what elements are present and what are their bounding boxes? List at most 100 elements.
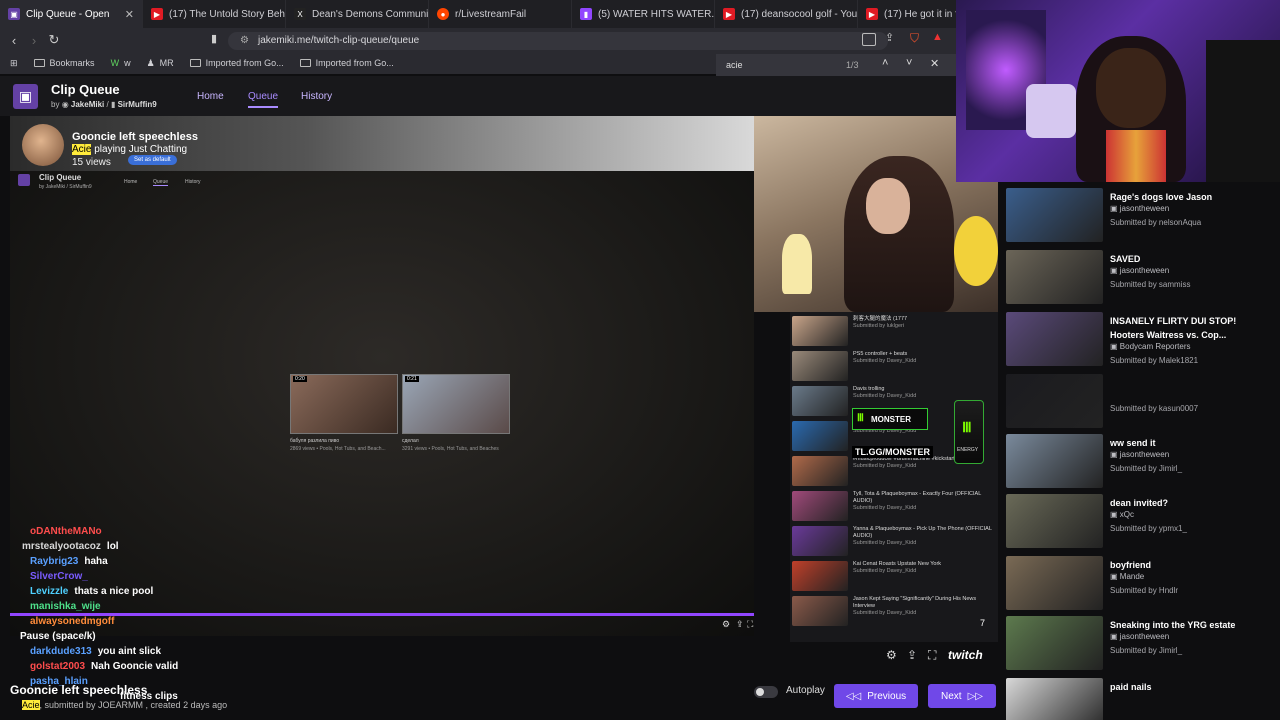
channel-name[interactable]: Acie — [72, 144, 92, 155]
bookmark-item[interactable]: Ww — [111, 58, 131, 68]
tab-x[interactable]: X Dean's Demons Community / X — [286, 0, 429, 28]
chat-line: manishka_wije — [30, 601, 107, 615]
tab-twitch[interactable]: ▮ (5) WATER HITS WATER...TWICE — [572, 0, 715, 28]
url-field[interactable]: ⚙ jakemiki.me/twitch-clip-queue/queue — [228, 32, 888, 50]
chat-message: lol — [106, 541, 119, 552]
queue-item[interactable]: Rage's dogs love Jason ▣ jasontheween Subm… — [1006, 184, 1276, 242]
share-icon[interactable]: ⇪ — [885, 31, 894, 44]
back-icon[interactable]: ‹ — [4, 33, 24, 48]
close-icon[interactable]: ✕ — [125, 8, 134, 21]
find-next-icon[interactable]: ˅ — [906, 57, 912, 69]
inner-thumb-title: сделал — [402, 438, 419, 444]
share-icon[interactable]: ⇪ — [736, 619, 744, 630]
monster-ad-url: TL.GG/MONSTER — [852, 446, 933, 458]
tab-label: (17) deansocool golf - YouTube — [741, 8, 858, 20]
autoplay-toggle[interactable] — [754, 686, 778, 698]
settings-icon[interactable]: ⚙ — [722, 619, 730, 630]
app-header: ▣ Clip Queue by ◉ JakeMiki / ▮ SirMuffin… — [0, 76, 1000, 116]
queue-item-submitter: Submitted by ypmx1_ — [1110, 524, 1187, 533]
bookmark-item[interactable]: ♟ MR — [147, 58, 174, 69]
bookmark-icon[interactable]: ▮ — [211, 32, 217, 45]
queue-item[interactable]: SAVED ▣ jasontheween Submitted by sammiss — [1006, 246, 1276, 304]
clip-thumbnail[interactable] — [1006, 556, 1103, 610]
apps-icon[interactable]: ⊞ — [10, 58, 18, 69]
settings-icon[interactable]: ⚙ — [886, 648, 897, 662]
tab-label: r/LivestreamFail — [455, 8, 527, 20]
channel-name[interactable]: Acie — [22, 700, 40, 710]
queue-counter: 7 — [980, 618, 986, 628]
find-bar: acie 1/3 ˄ ˅ ✕ — [716, 54, 956, 76]
fullscreen-icon[interactable]: ⛶ — [747, 619, 753, 630]
clip-queue-logo-icon[interactable]: ▣ — [13, 84, 38, 109]
nav-queue[interactable]: Queue — [248, 91, 279, 108]
tab-label: (5) WATER HITS WATER...TWICE — [598, 8, 715, 20]
chat-username: oDANtheMANo — [30, 526, 102, 537]
app-title: Clip Queue — [51, 82, 120, 97]
nav-history[interactable]: History — [301, 91, 332, 102]
clip-thumbnail[interactable] — [1006, 494, 1103, 548]
nav-home[interactable]: Home — [197, 91, 224, 102]
tab-reddit[interactable]: ● r/LivestreamFail — [429, 0, 572, 28]
reader-mode-icon[interactable] — [862, 33, 876, 46]
clip-thumbnail[interactable] — [1006, 434, 1103, 488]
queue-item[interactable]: dean invited? ▣ xQc Submitted by ypmx1_ — [1006, 490, 1276, 548]
embedded-queue: 刺客大腿的魔法 (1777 Submitted by luklgeri PS5 co… — [790, 312, 998, 642]
clip-title: Gooncie left speechless — [72, 131, 198, 143]
find-input[interactable]: acie — [726, 60, 743, 70]
bunny-lamp — [782, 234, 812, 294]
queue-item-channel: ▣ xQc — [1110, 510, 1135, 519]
w-icon: W — [110, 58, 120, 68]
clip-thumbnail[interactable] — [1006, 374, 1103, 428]
set-default-button[interactable]: Set as default — [128, 155, 177, 165]
queue-item[interactable]: boyfriend ▣ Mande Submitted by Hndlr — [1006, 552, 1276, 610]
chat-username: SilverCrow_ — [30, 571, 88, 582]
find-close-icon[interactable]: ✕ — [930, 57, 939, 70]
previous-button[interactable]: ◁◁ Previous — [834, 684, 918, 708]
clip-thumbnail[interactable] — [1006, 188, 1103, 242]
author-link[interactable]: SirMuffin9 — [118, 100, 157, 109]
brave-shield-icon[interactable]: ⛉ — [910, 31, 919, 46]
chat-line: darkdude313 you aint slick — [30, 646, 161, 660]
clip-queue-logo-icon — [18, 174, 30, 186]
bookmark-item[interactable]: Imported from Go... — [299, 58, 394, 68]
tab-clip-queue[interactable]: ▣ Clip Queue - Open ✕ — [0, 0, 143, 28]
bookmark-item[interactable]: Imported from Go... — [189, 58, 284, 68]
queue-item[interactable]: Sneaking into the YRG estate ▣ jasonthewe… — [1006, 612, 1276, 670]
site-info-icon[interactable]: ⚙ — [240, 32, 249, 50]
queue-item[interactable]: Submitted by kasun0007 — [1006, 370, 1276, 428]
clip-thumbnail — [792, 561, 848, 591]
clip-thumbnail[interactable] — [1006, 250, 1103, 304]
queue-item-title: INSANELY FLIRTY DUI STOP! Hooters Waitre… — [1110, 316, 1237, 340]
clip-views: 15 views — [72, 157, 111, 168]
chat-line: Raybrig23 haha — [30, 556, 108, 570]
youtube-icon: ▶ — [151, 8, 163, 20]
inner-thumb-title: бабуля разлила пиво — [290, 438, 340, 444]
author-link[interactable]: JakeMiki — [71, 100, 104, 109]
queue-item[interactable]: INSANELY FLIRTY DUI STOP! Hooters Waitre… — [1006, 308, 1276, 366]
footer-clip-title: Gooncie left speechless — [10, 683, 148, 697]
queue-item-title: ww send it — [1110, 438, 1156, 448]
embedded-queue-text: Yanna & Plaqueboymax - Pick Up The Phone… — [853, 526, 992, 546]
twitch-logo[interactable]: twitch — [948, 648, 983, 662]
find-prev-icon[interactable]: ˄ — [882, 57, 888, 69]
share-icon[interactable]: ⇪ — [907, 648, 917, 662]
app-authors: by ◉ JakeMiki / ▮ SirMuffin9 — [51, 100, 157, 109]
clip-thumbnail[interactable] — [1006, 678, 1103, 720]
queue-item[interactable]: paid nails — [1006, 674, 1276, 720]
fullscreen-icon[interactable]: ⛶ — [928, 648, 936, 663]
inner-nav-home: Home — [124, 179, 138, 185]
monster-ad-logo: Ⅲ MONSTER — [852, 408, 928, 430]
inner-thumb-meta: 2869 views • Pools, Hot Tubs, and Beach.… — [290, 446, 386, 452]
forward-icon[interactable]: › — [24, 33, 44, 48]
tab-youtube-2[interactable]: ▶ (17) deansocool golf - YouTube — [715, 0, 858, 28]
tab-youtube-1[interactable]: ▶ (17) The Untold Story Behind F — [143, 0, 286, 28]
reload-icon[interactable]: ↻ — [44, 32, 64, 48]
clip-thumbnail[interactable] — [1006, 312, 1103, 366]
bookmark-item[interactable]: Bookmarks — [33, 58, 95, 68]
clip-queue-list: Rage's dogs love Jason ▣ jasontheween Subm… — [1000, 182, 1280, 720]
clip-thumbnail[interactable] — [1006, 616, 1103, 670]
autoplay-label: Autoplay — [786, 685, 825, 696]
queue-item[interactable]: ww send it ▣ jasontheween Submitted by Jim… — [1006, 430, 1276, 488]
rewards-icon[interactable]: ▲ — [932, 31, 943, 43]
next-button[interactable]: Next ▷▷ — [928, 684, 996, 708]
